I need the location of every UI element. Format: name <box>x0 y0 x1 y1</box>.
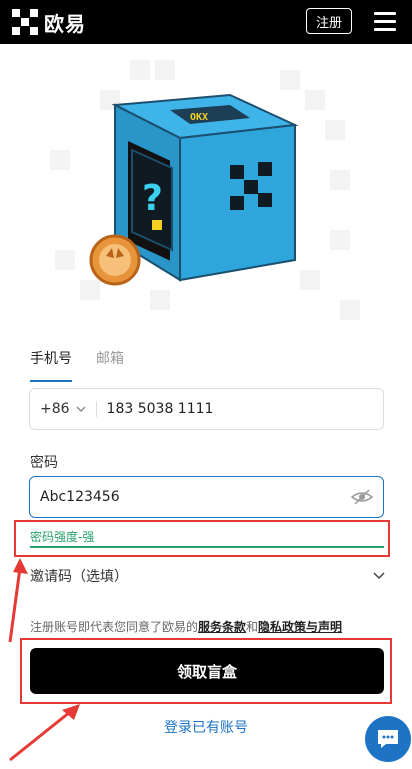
phone-number-input[interactable]: 183 5038 1111 <box>107 401 214 417</box>
terms-prefix: 注册账号即代表您同意了欧易的 <box>30 620 199 634</box>
phone-input-group: +86 183 5038 1111 <box>29 388 384 430</box>
chevron-down-icon <box>373 572 385 580</box>
privacy-policy-link[interactable]: 隐私政策与声明 <box>258 620 342 634</box>
password-label: 密码 <box>30 455 58 471</box>
password-strength-text: 密码强度-强 <box>30 530 95 544</box>
okx-logo-icon <box>12 9 38 35</box>
highlight-box-submit: 领取盲盒 <box>20 638 392 704</box>
password-field[interactable]: Abc123456 <box>29 476 384 518</box>
password-strength-bar <box>30 546 384 548</box>
chevron-down-icon <box>76 406 86 412</box>
top-header: 欧易 注册 <box>0 0 412 44</box>
svg-text:OKX: OKX <box>190 112 208 123</box>
divider <box>95 401 97 417</box>
chat-bubble-icon <box>378 730 398 748</box>
eye-hidden-icon[interactable] <box>351 489 373 505</box>
terms-mid: 和 <box>246 620 259 634</box>
tab-email[interactable]: 邮箱 <box>96 348 124 382</box>
chat-support-button[interactable] <box>365 716 411 762</box>
country-code-value: +86 <box>40 401 70 417</box>
annotation-arrow-icon <box>8 558 28 643</box>
tab-phone[interactable]: 手机号 <box>30 348 72 382</box>
annotation-arrow-icon <box>9 704 80 762</box>
page: 欧易 注册 OKX ? 手机号 邮箱 +86 183 5038 1111 密码 … <box>0 0 412 769</box>
login-method-tabs: 手机号 邮箱 <box>30 348 124 382</box>
password-value: Abc123456 <box>40 489 120 505</box>
terms-text: 注册账号即代表您同意了欧易的服务条款和隐私政策与声明 <box>30 618 342 635</box>
mystery-box-illustration: OKX ? <box>50 60 360 320</box>
country-code-select[interactable]: +86 <box>40 401 86 417</box>
brand-logo[interactable]: 欧易 <box>12 8 86 37</box>
svg-text:?: ? <box>142 178 163 219</box>
invite-code-label: 邀请码（选填） <box>30 569 128 585</box>
highlight-box-strength: 密码强度-强 <box>14 520 390 557</box>
hamburger-menu-icon[interactable] <box>374 12 396 32</box>
register-button[interactable]: 注册 <box>306 8 352 34</box>
invite-code-toggle[interactable]: 邀请码（选填） <box>30 566 385 586</box>
claim-blind-box-button[interactable]: 领取盲盒 <box>30 648 384 694</box>
service-terms-link[interactable]: 服务条款 <box>198 620 246 634</box>
brand-name: 欧易 <box>44 11 86 36</box>
